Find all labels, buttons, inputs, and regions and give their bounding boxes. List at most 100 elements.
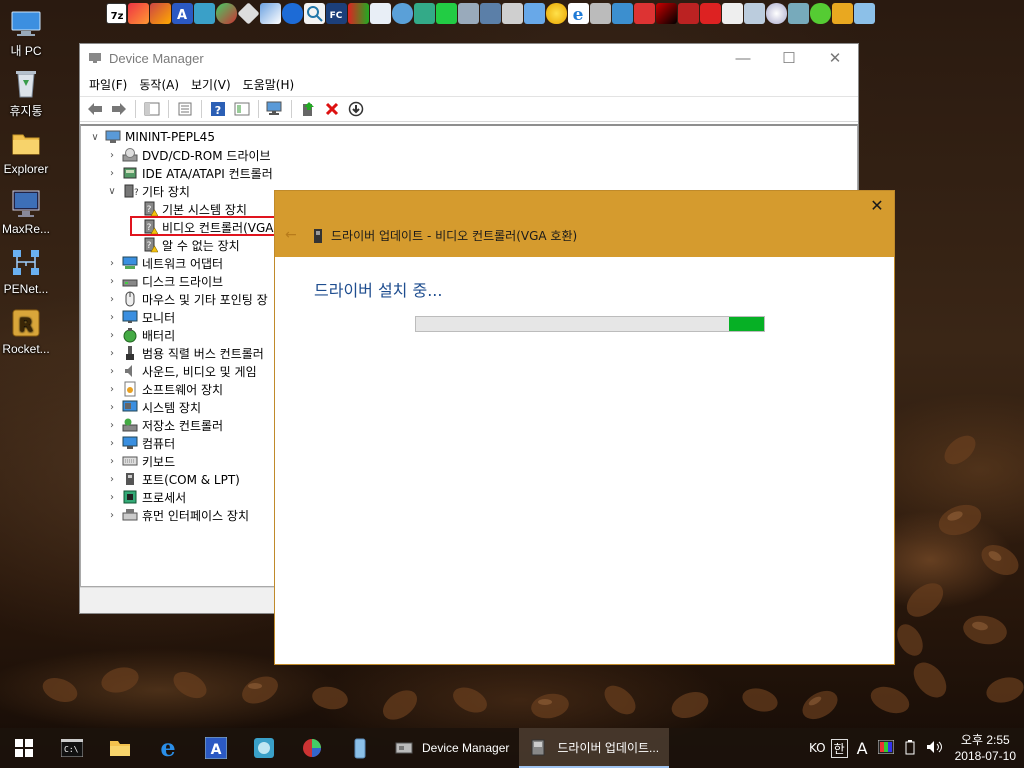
desktop-icon-rocket[interactable]: R Rocket... bbox=[0, 306, 52, 356]
tree-item-mice[interactable]: › 마우스 및 기타 포인팅 장 bbox=[106, 290, 268, 308]
show-hide-tree-icon[interactable] bbox=[141, 99, 163, 119]
taskbar-clock[interactable]: 오후 2:55 2018-07-10 bbox=[949, 732, 1024, 764]
taskbar-task-update-driver[interactable]: 드라이버 업데이트... bbox=[519, 728, 670, 768]
ime-hangul-indicator[interactable]: 한 bbox=[830, 738, 848, 758]
chevron-right-icon[interactable]: › bbox=[106, 294, 118, 305]
device-manager-titlebar[interactable]: Device Manager — ☐ ✕ bbox=[80, 44, 858, 72]
app-clock-icon[interactable] bbox=[392, 2, 413, 24]
chevron-right-icon[interactable]: › bbox=[106, 150, 118, 161]
close-button[interactable]: ✕ bbox=[812, 44, 858, 72]
tree-item-usb-controllers[interactable]: › 범용 직렬 버스 컨트롤러 bbox=[106, 344, 264, 362]
chevron-right-icon[interactable]: › bbox=[106, 330, 118, 341]
tree-item-other-devices[interactable]: ∨ ? 기타 장치 bbox=[106, 182, 190, 200]
chevron-right-icon[interactable]: › bbox=[106, 402, 118, 413]
app-monitor-icon[interactable] bbox=[612, 2, 633, 24]
app-globe-icon[interactable] bbox=[216, 2, 237, 24]
chevron-right-icon[interactable]: › bbox=[106, 474, 118, 485]
app-sun-icon[interactable] bbox=[546, 2, 567, 24]
help-icon[interactable]: ? bbox=[207, 99, 229, 119]
tree-item-ports[interactable]: › 포트(COM & LPT) bbox=[106, 470, 240, 488]
utorrent-icon[interactable] bbox=[810, 2, 831, 24]
tree-item-network-adapters[interactable]: › 네트워크 어댑터 bbox=[106, 254, 223, 272]
color-display-icon[interactable] bbox=[873, 739, 899, 757]
settings-gear-icon[interactable] bbox=[282, 2, 303, 24]
tree-item-storage-controllers[interactable]: › 저장소 컨트롤러 bbox=[106, 416, 223, 434]
minimize-button[interactable]: — bbox=[720, 44, 766, 72]
tree-item-ide-ata[interactable]: › IDE ATA/ATAPI 컨트롤러 bbox=[106, 164, 273, 182]
volume-icon[interactable] bbox=[921, 740, 949, 757]
app-fish-icon[interactable] bbox=[524, 2, 545, 24]
tree-item-human-interface-devices[interactable]: › 휴먼 인터페이스 장치 bbox=[106, 506, 249, 524]
menu-view[interactable]: 보기(V) bbox=[185, 76, 237, 93]
tree-item-system-devices[interactable]: › 시스템 장치 bbox=[106, 398, 201, 416]
taskbar-disk-tool-icon[interactable] bbox=[240, 728, 288, 768]
taskbar-explorer-icon[interactable] bbox=[96, 728, 144, 768]
menu-help[interactable]: 도움말(H) bbox=[237, 76, 301, 93]
chevron-right-icon[interactable]: › bbox=[106, 384, 118, 395]
taskbar-cmd-icon[interactable]: C:\ bbox=[48, 728, 96, 768]
download-arrow-icon[interactable] bbox=[345, 99, 367, 119]
app-paint-icon[interactable] bbox=[150, 2, 171, 24]
chevron-right-icon[interactable]: › bbox=[106, 420, 118, 431]
app-disk-icon[interactable] bbox=[194, 2, 215, 24]
chevron-down-icon[interactable]: ∨ bbox=[89, 132, 101, 143]
chevron-right-icon[interactable]: › bbox=[106, 366, 118, 377]
tree-item-computer[interactable]: › 컴퓨터 bbox=[106, 434, 175, 452]
app-windows-icon[interactable] bbox=[744, 2, 765, 24]
back-arrow-icon[interactable] bbox=[84, 99, 106, 119]
back-arrow-icon[interactable]: ← bbox=[285, 227, 297, 243]
search-magnifier-icon[interactable] bbox=[304, 2, 325, 24]
tree-item-disk-drives[interactable]: › 디스크 드라이브 bbox=[106, 272, 223, 290]
ime-mode-indicator[interactable]: A bbox=[852, 739, 873, 758]
chevron-right-icon[interactable]: › bbox=[106, 258, 118, 269]
menu-action[interactable]: 동작(A) bbox=[133, 76, 185, 93]
chevron-right-icon[interactable]: › bbox=[106, 168, 118, 179]
chevron-right-icon[interactable]: › bbox=[106, 492, 118, 503]
chevron-right-icon[interactable]: › bbox=[106, 348, 118, 359]
dialog-close-icon[interactable]: ✕ bbox=[868, 197, 886, 215]
view-details-icon[interactable] bbox=[231, 99, 253, 119]
app-puzzle-icon[interactable] bbox=[832, 2, 853, 24]
tree-item-dvd-cdrom[interactable]: › DVD/CD-ROM 드라이브 bbox=[106, 146, 271, 164]
scan-hardware-icon[interactable] bbox=[264, 99, 286, 119]
chevron-right-icon[interactable]: › bbox=[106, 276, 118, 287]
update-driver-icon[interactable] bbox=[297, 99, 319, 119]
tree-item-sound-video-game[interactable]: › 사운드, 비디오 및 게임 bbox=[106, 362, 257, 380]
desktop-icon-maxre[interactable]: MaxRe... bbox=[0, 186, 52, 236]
app-keyboard-icon[interactable] bbox=[480, 2, 501, 24]
tree-item-batteries[interactable]: › 배터리 bbox=[106, 326, 175, 344]
app-a-icon[interactable]: A bbox=[172, 2, 193, 24]
app-dice-icon[interactable] bbox=[700, 2, 721, 24]
app-triangle-icon[interactable] bbox=[128, 2, 149, 24]
desktop-icon-explorer[interactable]: Explorer bbox=[0, 126, 52, 176]
app-lock-icon[interactable] bbox=[590, 2, 611, 24]
menu-file[interactable]: 파일(F) bbox=[83, 76, 133, 93]
tree-item-software-devices[interactable]: › 소프트웨어 장치 bbox=[106, 380, 223, 398]
uninstall-device-icon[interactable] bbox=[321, 99, 343, 119]
chevron-down-icon[interactable]: ∨ bbox=[106, 186, 118, 197]
chevron-right-icon[interactable]: › bbox=[106, 312, 118, 323]
app-camera-icon[interactable] bbox=[722, 2, 743, 24]
app-car-icon[interactable] bbox=[634, 2, 655, 24]
tree-item-monitors[interactable]: › 모니터 bbox=[106, 308, 175, 326]
desktop-icon-my-pc[interactable]: 내 PC bbox=[0, 6, 52, 59]
7zip-icon[interactable]: 7z bbox=[106, 2, 127, 24]
maximize-button[interactable]: ☐ bbox=[766, 44, 812, 72]
app-drive-icon[interactable] bbox=[458, 2, 479, 24]
app-cd-icon[interactable] bbox=[766, 2, 787, 24]
battery-plug-icon[interactable] bbox=[899, 739, 921, 758]
forward-arrow-icon[interactable] bbox=[108, 99, 130, 119]
taskbar-a-app-icon[interactable]: A bbox=[192, 728, 240, 768]
properties-sheet-icon[interactable] bbox=[174, 99, 196, 119]
taskbar-task-device-manager[interactable]: Device Manager bbox=[384, 728, 519, 768]
tree-root[interactable]: ∨ MININT-PEPL45 bbox=[89, 128, 215, 146]
tree-item-processors[interactable]: › 프로세서 bbox=[106, 488, 186, 506]
app-n-icon[interactable] bbox=[656, 2, 677, 24]
internet-explorer-icon[interactable]: e bbox=[568, 2, 589, 25]
app-trash-icon[interactable] bbox=[854, 2, 875, 24]
chevron-right-icon[interactable]: › bbox=[106, 510, 118, 521]
app-play-icon[interactable] bbox=[414, 2, 435, 24]
tree-item-keyboards[interactable]: › 키보드 bbox=[106, 452, 175, 470]
app-person-icon[interactable] bbox=[788, 2, 809, 24]
taskbar-bottle-icon[interactable] bbox=[336, 728, 384, 768]
